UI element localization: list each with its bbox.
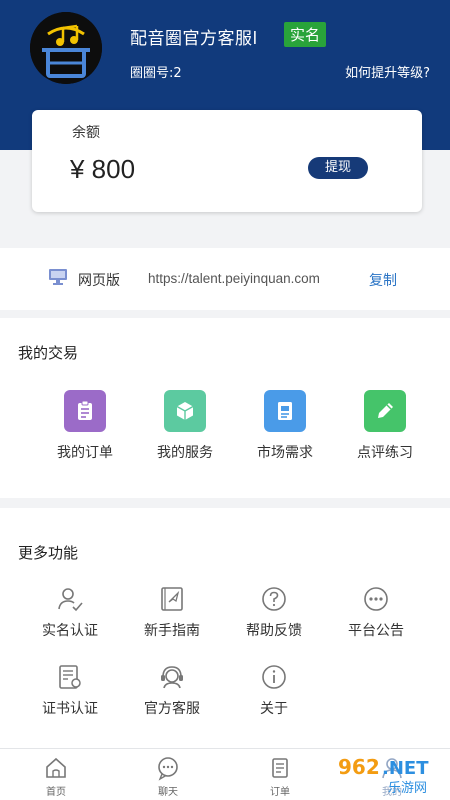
user-check-icon (58, 588, 83, 612)
balance-label: 余额 (72, 125, 100, 141)
about-item[interactable]: 关于 (224, 662, 324, 718)
my-services-item[interactable]: 我的服务 (135, 390, 235, 462)
my-trades-section: 我的交易 我的订单 我的服务 市场需求 点评练习 (0, 318, 450, 498)
real-name-auth-label: 实名认证 (42, 623, 98, 639)
order-icon (272, 758, 288, 778)
home-icon (46, 757, 66, 778)
certificate-icon (59, 665, 81, 689)
info-circle-icon (262, 665, 286, 689)
balance-card: 余额 ¥ 800 提现 (32, 110, 422, 212)
site-watermark-logo: 962 .NET 乐游网 (332, 752, 448, 796)
market-demand-item[interactable]: 市场需求 (235, 390, 335, 462)
section-title: 更多功能 (18, 544, 79, 562)
tab-orders[interactable]: 订单 (250, 755, 310, 798)
my-orders-label: 我的订单 (57, 445, 113, 461)
official-support-label: 官方客服 (144, 701, 200, 717)
beginner-guide-label: 新手指南 (144, 623, 200, 639)
cube-icon (164, 390, 206, 432)
svg-text:乐游网: 乐游网 (388, 781, 427, 796)
my-services-label: 我的服务 (157, 445, 213, 461)
certificate-auth-label: 证书认证 (42, 701, 98, 717)
withdraw-button[interactable]: 提现 (308, 157, 368, 179)
platform-notice-item[interactable]: 平台公告 (326, 584, 426, 640)
real-name-auth-item[interactable]: 实名认证 (20, 584, 120, 640)
avatar[interactable] (30, 12, 102, 84)
platform-notice-label: 平台公告 (348, 623, 404, 639)
tab-chat-label: 聊天 (158, 787, 178, 798)
section-title: 我的交易 (18, 344, 79, 362)
about-label: 关于 (260, 701, 288, 717)
more-dots-icon (364, 587, 388, 611)
more-features-section: 更多功能 实名认证 新手指南 帮助反馈 平台公告 证书认证 官方客服 关于 (0, 508, 450, 748)
pencil-icon (364, 390, 406, 432)
market-demand-label: 市场需求 (257, 445, 313, 461)
svg-text:.NET: .NET (382, 758, 429, 779)
guide-book-icon (161, 587, 183, 611)
certificate-auth-item[interactable]: 证书认证 (20, 662, 120, 718)
help-feedback-item[interactable]: 帮助反馈 (224, 584, 324, 640)
chat-icon (158, 757, 178, 781)
tab-chat[interactable]: 聊天 (138, 755, 198, 798)
clipboard-icon (64, 390, 106, 432)
web-version-row: 网页版 https://talent.peiyinquan.com 复制 (0, 248, 450, 310)
tab-home[interactable]: 首页 (26, 755, 86, 798)
my-orders-item[interactable]: 我的订单 (35, 390, 135, 462)
document-icon (264, 390, 306, 432)
verified-badge: 实名 (284, 22, 327, 47)
beginner-guide-item[interactable]: 新手指南 (122, 584, 222, 640)
headset-icon (161, 666, 183, 689)
app-logo-icon (30, 12, 102, 84)
web-url: https://talent.peiyinquan.com (148, 271, 320, 286)
official-support-item[interactable]: 官方客服 (122, 662, 222, 718)
tab-orders-label: 订单 (270, 787, 290, 798)
review-practice-item[interactable]: 点评练习 (335, 390, 435, 462)
review-practice-label: 点评练习 (357, 445, 413, 461)
web-version-label: 网页版 (78, 273, 120, 289)
monitor-icon (49, 269, 67, 285)
user-name: 配音圈官方客服l (130, 29, 258, 49)
svg-text:962: 962 (338, 755, 380, 779)
user-id: 圈圈号:2 (130, 66, 182, 81)
level-up-link[interactable]: 如何提升等级? (345, 62, 430, 81)
question-circle-icon (262, 587, 286, 611)
help-feedback-label: 帮助反馈 (246, 623, 302, 639)
tab-home-label: 首页 (46, 787, 66, 798)
balance-amount: ¥ 800 (70, 154, 136, 184)
copy-button[interactable]: 复制 (369, 270, 397, 290)
